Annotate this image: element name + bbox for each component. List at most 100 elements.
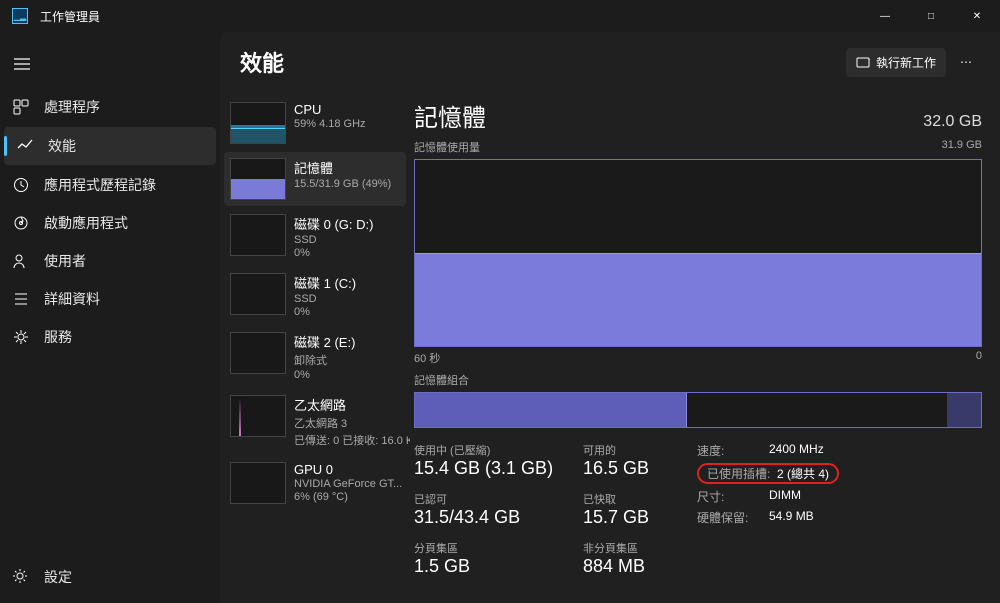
run-task-button[interactable]: 執行新工作 xyxy=(846,48,946,77)
performance-icon xyxy=(16,137,34,155)
reserved-label: 硬體保留: xyxy=(697,509,761,526)
form-value: DIMM xyxy=(769,488,801,505)
gear-icon xyxy=(12,568,30,587)
memory-usage-chart xyxy=(414,159,982,347)
cpu-thumb xyxy=(230,102,286,144)
details-icon xyxy=(12,290,30,308)
sidebar-item-details[interactable]: 詳細資料 xyxy=(0,280,220,318)
perf-card-disk1[interactable]: 磁碟 1 (C:) SSD 0% xyxy=(224,267,406,324)
content: 效能 執行新工作 ⋯ CPU 59% 4.18 GHz xyxy=(220,32,1000,603)
close-button[interactable]: ✕ xyxy=(954,0,1000,32)
perf-card-ethernet[interactable]: 乙太網路 乙太網路 3 已傳送: 0 已接收: 16.0 Kbps xyxy=(224,389,406,454)
comp-cached xyxy=(947,393,981,427)
services-icon xyxy=(12,328,30,346)
sidebar-item-label: 使用者 xyxy=(44,251,86,271)
run-task-icon xyxy=(856,55,870,69)
cached-value: 15.7 GB xyxy=(583,507,683,528)
perf-name: 乙太網路 xyxy=(294,395,400,414)
performance-detail: 記憶體 32.0 GB 記憶體使用量 31.9 GB 60 秒 0 記憶體組合 xyxy=(410,92,1000,603)
paged-value: 1.5 GB xyxy=(414,556,569,577)
perf-name: 磁碟 0 (G: D:) xyxy=(294,214,373,233)
available-value: 16.5 GB xyxy=(583,458,683,479)
perf-sub: 59% 4.18 GHz xyxy=(294,118,366,130)
startup-icon xyxy=(12,214,30,232)
disk-thumb xyxy=(230,332,286,374)
content-header: 效能 執行新工作 ⋯ xyxy=(220,32,1000,92)
composition-label: 記憶體組合 xyxy=(414,372,469,388)
form-label: 尺寸: xyxy=(697,488,761,505)
detail-title: 記憶體 xyxy=(414,98,486,133)
reserved-value: 54.9 MB xyxy=(769,509,814,526)
slots-label: 已使用插槽: xyxy=(707,465,771,482)
sidebar: 處理程序 效能 應用程式歷程記錄 啟動應用程式 使用者 詳細資料 xyxy=(0,32,220,603)
perf-sub: 15.5/31.9 GB (49%) xyxy=(294,178,391,190)
nonpaged-value: 884 MB xyxy=(583,556,683,577)
disk-thumb xyxy=(230,273,286,315)
usage-chart-label: 記憶體使用量 xyxy=(414,139,480,155)
comp-avail xyxy=(687,393,947,427)
disk-thumb xyxy=(230,214,286,256)
hamburger-button[interactable] xyxy=(0,52,42,76)
sidebar-item-apphistory[interactable]: 應用程式歷程記錄 xyxy=(0,166,220,204)
sidebar-item-services[interactable]: 服務 xyxy=(0,318,220,356)
in-use-label: 使用中 (已壓縮) xyxy=(414,442,569,458)
sidebar-item-label: 應用程式歷程記錄 xyxy=(44,175,156,195)
net-thumb xyxy=(230,395,286,437)
slots-value: 2 (總共 4) xyxy=(777,465,829,482)
perf-sub: 乙太網路 3 xyxy=(294,415,400,431)
speed-value: 2400 MHz xyxy=(769,442,824,459)
hamburger-icon xyxy=(14,58,30,70)
usage-fill xyxy=(415,253,981,346)
sidebar-item-label: 處理程序 xyxy=(44,97,100,117)
perf-sub: NVIDIA GeForce GT... xyxy=(294,478,400,490)
processes-icon xyxy=(12,98,30,116)
page-title: 效能 xyxy=(240,46,284,78)
perf-card-gpu0[interactable]: GPU 0 NVIDIA GeForce GT... 6% (69 °C) xyxy=(224,456,406,510)
perf-card-memory[interactable]: 記憶體 15.5/31.9 GB (49%) xyxy=(224,152,406,206)
app-icon: ▁▂ xyxy=(12,8,28,24)
sidebar-item-label: 服務 xyxy=(44,327,72,347)
paged-label: 分頁集區 xyxy=(414,540,569,556)
perf-name: GPU 0 xyxy=(294,462,400,477)
perf-sub2: 已傳送: 0 已接收: 16.0 Kbps xyxy=(294,432,400,448)
slots-highlight: 已使用插槽: 2 (總共 4) xyxy=(697,463,839,484)
sidebar-item-performance[interactable]: 效能 xyxy=(4,127,216,165)
run-task-label: 執行新工作 xyxy=(876,54,936,71)
perf-name: CPU xyxy=(294,102,366,117)
sidebar-item-startup[interactable]: 啟動應用程式 xyxy=(0,204,220,242)
more-button[interactable]: ⋯ xyxy=(952,48,980,77)
perf-name: 磁碟 1 (C:) xyxy=(294,273,356,292)
chart-x-left: 60 秒 xyxy=(414,350,440,366)
sidebar-item-label: 啟動應用程式 xyxy=(44,213,128,233)
perf-sub: 卸除式 xyxy=(294,352,355,368)
usage-chart-max: 31.9 GB xyxy=(942,139,982,155)
sidebar-item-label: 效能 xyxy=(48,136,76,156)
perf-name: 磁碟 2 (E:) xyxy=(294,332,355,351)
perf-card-disk0[interactable]: 磁碟 0 (G: D:) SSD 0% xyxy=(224,208,406,265)
speed-label: 速度: xyxy=(697,442,761,459)
chart-x-right: 0 xyxy=(976,350,982,366)
perf-sub2: 6% (69 °C) xyxy=(294,491,400,503)
app-title: 工作管理員 xyxy=(40,8,100,25)
perf-name: 記憶體 xyxy=(294,158,391,177)
committed-label: 已認可 xyxy=(414,491,569,507)
history-icon xyxy=(12,176,30,194)
perf-sub2: 0% xyxy=(294,247,373,259)
memory-thumb xyxy=(230,158,286,200)
sidebar-item-processes[interactable]: 處理程序 xyxy=(0,88,220,126)
minimize-button[interactable]: — xyxy=(862,0,908,32)
in-use-value: 15.4 GB (3.1 GB) xyxy=(414,458,569,479)
available-label: 可用的 xyxy=(583,442,683,458)
perf-card-disk2[interactable]: 磁碟 2 (E:) 卸除式 0% xyxy=(224,326,406,387)
cached-label: 已快取 xyxy=(583,491,683,507)
performance-list: CPU 59% 4.18 GHz 記憶體 15.5/31.9 GB (49%) … xyxy=(220,92,410,603)
perf-card-cpu[interactable]: CPU 59% 4.18 GHz xyxy=(224,96,406,150)
sidebar-item-users[interactable]: 使用者 xyxy=(0,242,220,280)
perf-sub2: 0% xyxy=(294,306,356,318)
committed-value: 31.5/43.4 GB xyxy=(414,507,569,528)
titlebar: ▁▂ 工作管理員 — □ ✕ xyxy=(0,0,1000,32)
maximize-button[interactable]: □ xyxy=(908,0,954,32)
sidebar-item-settings[interactable]: 設定 xyxy=(0,557,220,597)
memory-total: 32.0 GB xyxy=(923,113,982,131)
perf-sub2: 0% xyxy=(294,369,355,381)
